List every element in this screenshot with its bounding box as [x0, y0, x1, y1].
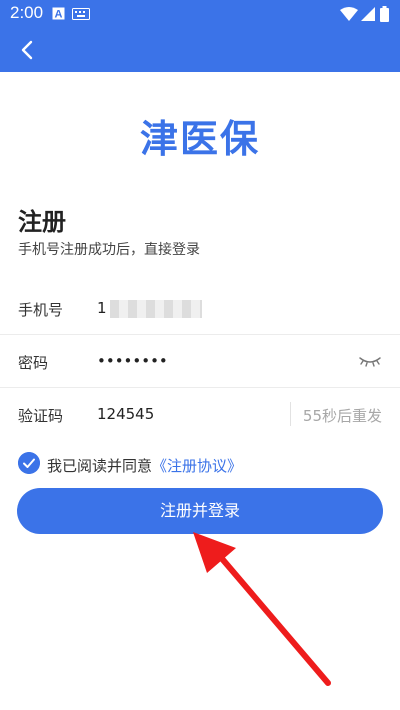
a-notification-icon: A — [52, 7, 65, 20]
code-input[interactable]: 124545 — [97, 405, 154, 423]
phone-value: 1 — [97, 299, 107, 317]
code-label: 验证码 — [18, 407, 64, 425]
checkbox-checked-icon[interactable] — [18, 452, 40, 474]
agreement-statement: 我已阅读并同意 — [47, 457, 153, 475]
agreement-text: 我已阅读并同意《注册协议》 — [47, 455, 242, 476]
phone-row: 手机号 1 — [0, 282, 400, 335]
status-bar: 2:00 A — [0, 0, 400, 28]
app-logo-text: 津医保 — [139, 117, 260, 161]
password-input[interactable]: •••••••• — [97, 352, 168, 370]
chevron-left-icon[interactable] — [16, 38, 40, 62]
wifi-icon — [340, 7, 358, 21]
phone-label: 手机号 — [18, 301, 64, 319]
eye-closed-icon[interactable] — [358, 353, 382, 369]
code-row: 验证码 124545 55秒后重发 — [0, 388, 400, 440]
status-time: 2:00 — [10, 3, 44, 22]
phone-input[interactable]: 1 — [97, 299, 202, 318]
svg-text:A: A — [55, 9, 63, 21]
signal-icon — [361, 7, 375, 21]
password-row: 密码 •••••••• — [0, 335, 400, 388]
code-divider — [290, 402, 291, 426]
resend-countdown[interactable]: 55秒后重发 — [303, 405, 382, 426]
agreement-link[interactable]: 《注册协议》 — [152, 457, 242, 475]
battery-icon — [380, 6, 389, 22]
page-title: 注册 — [18, 208, 66, 236]
page-subtitle: 手机号注册成功后，直接登录 — [18, 242, 200, 258]
password-label: 密码 — [18, 354, 49, 372]
keyboard-icon — [72, 8, 90, 20]
register-login-button[interactable]: 注册并登录 — [17, 488, 383, 534]
phone-redacted-blur — [109, 299, 202, 318]
app-bar — [0, 28, 400, 72]
